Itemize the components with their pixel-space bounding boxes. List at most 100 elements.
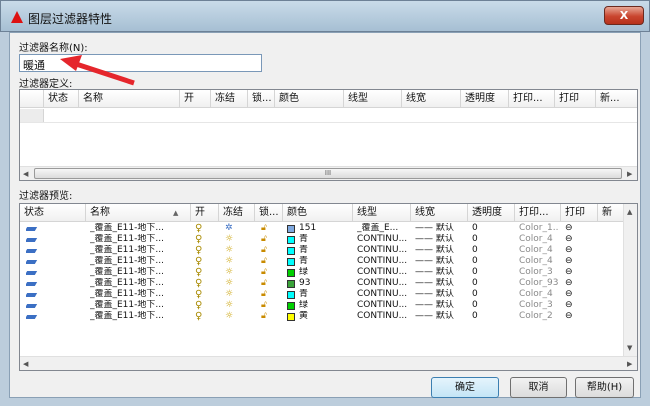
printer-icon[interactable]: ⊖ xyxy=(565,223,579,234)
printer-icon[interactable]: ⊖ xyxy=(565,267,579,278)
unlock-icon[interactable]: 🔓︎ xyxy=(261,311,275,322)
def-col-name[interactable]: 名称 xyxy=(79,90,180,108)
prev-col-color[interactable]: 颜色 xyxy=(283,204,353,222)
lineweight[interactable]: —— 默认 xyxy=(415,223,467,234)
plot-style[interactable]: Color_3 xyxy=(519,267,559,278)
definition-horizontal-scrollbar[interactable]: ◀ III ▶ xyxy=(20,166,637,180)
def-col-plot-style[interactable]: 打印... xyxy=(509,90,555,108)
color-swatch[interactable] xyxy=(287,247,295,255)
linetype[interactable]: _覆盖_E... xyxy=(357,223,411,234)
prev-col-lineweight[interactable]: 线宽 xyxy=(411,204,468,222)
close-button[interactable]: X xyxy=(604,6,644,25)
unlock-icon[interactable]: 🔓︎ xyxy=(261,278,275,289)
lightbulb-icon[interactable]: ♀ xyxy=(195,278,209,289)
transparency[interactable]: 0 xyxy=(472,223,512,234)
prev-col-plot-style[interactable]: 打印... xyxy=(515,204,561,222)
linetype[interactable]: CONTINU... xyxy=(357,278,411,289)
color-label[interactable]: 绿 xyxy=(299,267,351,278)
table-row[interactable]: _覆盖_E11-地下... ♀ ☼ 🔓︎ 青 CONTINU... —— 默认 0 Color_… xyxy=(20,289,637,300)
unlock-icon[interactable]: 🔓︎ xyxy=(261,267,275,278)
table-row[interactable]: _覆盖_E11-地下... ♀ ☼ 🔓︎ 绿 CONTINU... —— 默认 0 Color_… xyxy=(20,300,637,311)
unlock-icon[interactable]: 🔓︎ xyxy=(261,234,275,245)
color-swatch[interactable] xyxy=(287,225,295,233)
table-row[interactable]: _覆盖_E11-地下... ♀ ☼ 🔓︎ 绿 CONTINU... —— 默认 0 Color_… xyxy=(20,267,637,278)
lineweight[interactable]: —— 默认 xyxy=(415,267,467,278)
printer-icon[interactable]: ⊖ xyxy=(565,278,579,289)
color-swatch[interactable] xyxy=(287,313,295,321)
scroll-left-arrow-icon[interactable]: ◀ xyxy=(23,360,28,368)
linetype[interactable]: CONTINU... xyxy=(357,311,411,322)
printer-icon[interactable]: ⊖ xyxy=(565,256,579,267)
linetype[interactable]: CONTINU... xyxy=(357,267,411,278)
color-label[interactable]: 绿 xyxy=(299,300,351,311)
transparency[interactable]: 0 xyxy=(472,256,512,267)
linetype[interactable]: CONTINU... xyxy=(357,256,411,267)
unlock-icon[interactable]: 🔓︎ xyxy=(261,300,275,311)
scroll-right-arrow-icon[interactable]: ▶ xyxy=(627,360,632,368)
def-col-linetype[interactable]: 线型 xyxy=(344,90,402,108)
prev-col-lock[interactable]: 锁... xyxy=(255,204,283,222)
color-label[interactable]: 青 xyxy=(299,289,351,300)
lightbulb-icon[interactable]: ♀ xyxy=(195,245,209,256)
scroll-down-arrow-icon[interactable]: ▼ xyxy=(627,344,632,352)
sun-icon[interactable]: ☼ xyxy=(225,311,239,322)
def-col-lock[interactable]: 锁... xyxy=(248,90,275,108)
lineweight[interactable]: —— 默认 xyxy=(415,289,467,300)
layer-state-icon[interactable] xyxy=(26,245,40,256)
sun-icon[interactable]: ☼ xyxy=(225,300,239,311)
layer-state-icon[interactable] xyxy=(26,289,40,300)
lightbulb-icon[interactable]: ♀ xyxy=(195,300,209,311)
color-swatch[interactable] xyxy=(287,302,295,310)
transparency[interactable]: 0 xyxy=(472,289,512,300)
prev-col-new[interactable]: 新 xyxy=(598,204,625,222)
table-row[interactable]: _覆盖_E11-地下... ♀ ☼ 🔓︎ 93 CONTINU... —— 默认 0 Color… xyxy=(20,278,637,289)
printer-icon[interactable]: ⊖ xyxy=(565,300,579,311)
def-col-freeze[interactable]: 冻结 xyxy=(211,90,248,108)
prev-col-status[interactable]: 状态 xyxy=(20,204,86,222)
printer-icon[interactable]: ⊖ xyxy=(565,289,579,300)
color-label[interactable]: 93 xyxy=(299,278,351,289)
prev-col-transparency[interactable]: 透明度 xyxy=(468,204,515,222)
unlock-icon[interactable]: 🔓︎ xyxy=(261,223,275,234)
plot-style[interactable]: Color_93 xyxy=(519,278,559,289)
layer-state-icon[interactable] xyxy=(26,223,40,234)
plot-style[interactable]: Color_4 xyxy=(519,289,559,300)
def-col-status[interactable]: 状态 xyxy=(44,90,79,108)
lightbulb-icon[interactable]: ♀ xyxy=(195,311,209,322)
filter-preview-grid[interactable]: 状态 名称 ▲ 开 冻结 锁... 颜色 线型 线宽 透明度 打印... 打印 … xyxy=(19,203,638,371)
def-col-lineweight[interactable]: 线宽 xyxy=(402,90,461,108)
prev-col-plot[interactable]: 打印 xyxy=(561,204,598,222)
def-col-new[interactable]: 新... xyxy=(596,90,638,108)
snowflake-icon[interactable]: ✲ xyxy=(225,223,239,234)
table-row[interactable]: _覆盖_E11-地下... ♀ ☼ 🔓︎ 黄 CONTINU... —— 默认 0 Color_… xyxy=(20,311,637,322)
scroll-up-arrow-icon[interactable]: ▲ xyxy=(627,208,632,216)
lineweight[interactable]: —— 默认 xyxy=(415,311,467,322)
color-label[interactable]: 青 xyxy=(299,256,351,267)
color-swatch[interactable] xyxy=(287,280,295,288)
color-label[interactable]: 青 xyxy=(299,234,351,245)
sun-icon[interactable]: ☼ xyxy=(225,267,239,278)
table-row[interactable]: _覆盖_E11-地下... ♀ ✲ 🔓︎ 151 _覆盖_E... —— 默认 0 Color_… xyxy=(20,223,637,234)
layer-state-icon[interactable] xyxy=(26,267,40,278)
row-selector[interactable] xyxy=(20,109,44,122)
lightbulb-icon[interactable]: ♀ xyxy=(195,234,209,245)
color-label[interactable]: 青 xyxy=(299,245,351,256)
sun-icon[interactable]: ☼ xyxy=(225,256,239,267)
printer-icon[interactable]: ⊖ xyxy=(565,234,579,245)
color-swatch[interactable] xyxy=(287,291,295,299)
unlock-icon[interactable]: 🔓︎ xyxy=(261,256,275,267)
prev-col-linetype[interactable]: 线型 xyxy=(353,204,411,222)
prev-col-freeze[interactable]: 冻结 xyxy=(219,204,255,222)
lightbulb-icon[interactable]: ♀ xyxy=(195,256,209,267)
linetype[interactable]: CONTINU... xyxy=(357,245,411,256)
plot-style[interactable]: Color_4 xyxy=(519,234,559,245)
scroll-left-arrow-icon[interactable]: ◀ xyxy=(23,170,28,178)
layer-state-icon[interactable] xyxy=(26,300,40,311)
sun-icon[interactable]: ☼ xyxy=(225,245,239,256)
printer-icon[interactable]: ⊖ xyxy=(565,311,579,322)
color-swatch[interactable] xyxy=(287,236,295,244)
color-label[interactable]: 黄 xyxy=(299,311,351,322)
def-col-plot[interactable]: 打印 xyxy=(555,90,596,108)
lineweight[interactable]: —— 默认 xyxy=(415,234,467,245)
lineweight[interactable]: —— 默认 xyxy=(415,278,467,289)
